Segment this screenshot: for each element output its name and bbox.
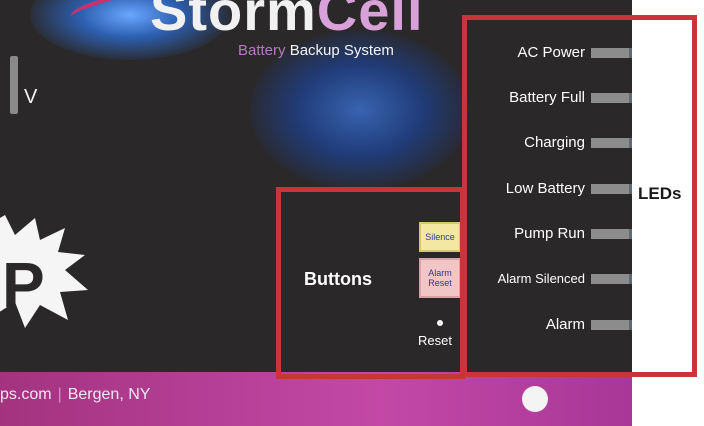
product-subtitle: Battery Backup System: [238, 42, 394, 59]
leds-callout-label: LEDs: [638, 184, 682, 203]
voltage-switch[interactable]: [10, 56, 18, 114]
voltage-label: V: [24, 86, 38, 108]
buttons-callout-label: Buttons: [304, 269, 372, 289]
power-indicator-circle: [522, 386, 548, 412]
footer-website: ps.com: [0, 386, 52, 403]
footer-location: Bergen, NY: [67, 386, 151, 403]
logo-main-text: Storm: [150, 0, 317, 42]
logo-accent-text: Cell: [316, 0, 424, 42]
footer-separator: |: [57, 386, 62, 403]
brand-letter: P: [2, 249, 45, 321]
subtitle-rest: Backup System: [289, 42, 394, 59]
footer-info: ps.com | Bergen, NY: [0, 386, 150, 404]
subtitle-brand: Battery: [238, 42, 286, 59]
brand-logo: StormCell: [150, 0, 424, 43]
